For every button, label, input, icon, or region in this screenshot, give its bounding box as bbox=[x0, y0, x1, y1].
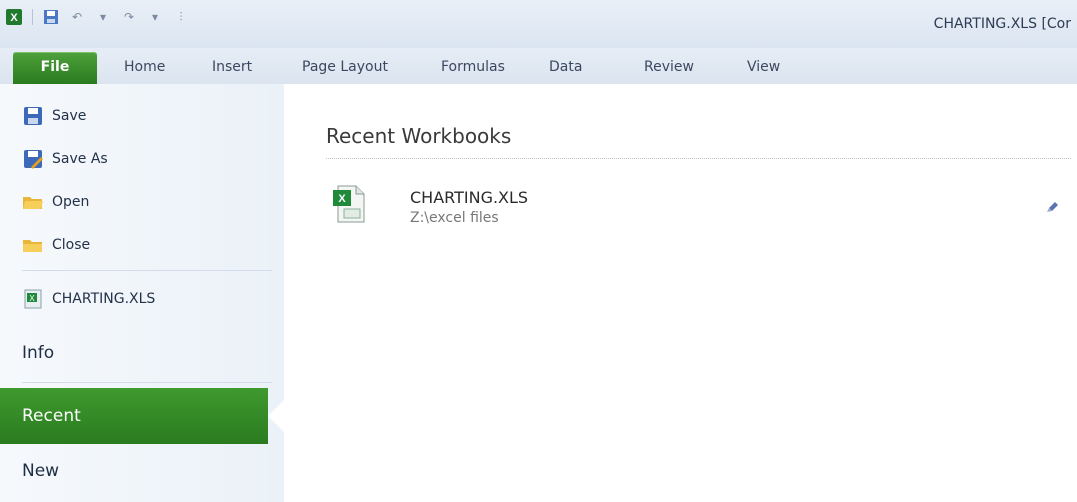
open-folder-icon bbox=[22, 191, 44, 213]
new-label: New bbox=[22, 461, 60, 481]
recent-label: Recent bbox=[22, 406, 81, 426]
open-workbook-label: CHARTING.XLS bbox=[52, 291, 156, 307]
close-label: Close bbox=[52, 237, 91, 253]
save-label: Save bbox=[52, 108, 87, 124]
recent-file-path: Z:\excel files bbox=[410, 210, 499, 226]
open-command[interactable]: Open bbox=[0, 183, 284, 221]
quick-access-toolbar: X ↶ ▾ ↷ ▾ ⫶ bbox=[4, 6, 191, 28]
save-icon bbox=[22, 105, 44, 127]
excel-file-icon: X bbox=[22, 288, 44, 310]
excel-document-icon: X bbox=[332, 184, 366, 224]
info-tab[interactable]: Info bbox=[0, 328, 284, 378]
open-workbook-item[interactable]: X CHARTING.XLS bbox=[0, 280, 284, 318]
save-as-label: Save As bbox=[52, 151, 108, 167]
close-command[interactable]: Close bbox=[0, 226, 284, 264]
save-as-command[interactable]: Save As bbox=[0, 140, 284, 178]
customize-qat-icon[interactable]: ⫶ bbox=[171, 7, 191, 27]
redo-dropdown-icon[interactable]: ▾ bbox=[145, 7, 165, 27]
ribbon-tabs: File Home Insert Page Layout Formulas Da… bbox=[0, 48, 1077, 85]
save-command[interactable]: Save bbox=[0, 97, 284, 135]
close-folder-icon bbox=[22, 234, 44, 256]
recent-tab[interactable]: Recent bbox=[0, 388, 284, 444]
pin-icon[interactable] bbox=[1045, 198, 1061, 214]
tab-insert[interactable]: Insert bbox=[210, 52, 254, 82]
title-bar: X ↶ ▾ ↷ ▾ ⫶ CHARTING.XLS [Cor bbox=[0, 0, 1077, 48]
redo-icon[interactable]: ↷ bbox=[119, 7, 139, 27]
divider bbox=[22, 382, 272, 383]
open-label: Open bbox=[52, 194, 90, 210]
undo-icon[interactable]: ↶ bbox=[67, 7, 87, 27]
undo-dropdown-icon[interactable]: ▾ bbox=[93, 7, 113, 27]
tab-page-layout[interactable]: Page Layout bbox=[300, 52, 390, 82]
recent-workbooks-title: Recent Workbooks bbox=[326, 124, 512, 148]
qat-separator bbox=[32, 9, 33, 25]
svg-text:X: X bbox=[338, 193, 346, 205]
window-title: CHARTING.XLS [Cor bbox=[933, 16, 1071, 32]
save-icon[interactable] bbox=[41, 7, 61, 27]
svg-text:X: X bbox=[10, 12, 18, 24]
svg-text:X: X bbox=[29, 294, 35, 303]
info-label: Info bbox=[22, 343, 55, 363]
new-tab[interactable]: New bbox=[0, 446, 284, 496]
tab-review[interactable]: Review bbox=[642, 52, 696, 82]
tab-data[interactable]: Data bbox=[547, 52, 584, 82]
recent-file-name[interactable]: CHARTING.XLS bbox=[410, 188, 528, 207]
recent-file-item[interactable]: X CHARTING.XLS Z:\excel files bbox=[326, 178, 1071, 234]
tab-file[interactable]: File bbox=[13, 52, 97, 84]
backstage-nav: Save Save As Open Close X CHARTING.XLS I… bbox=[0, 84, 285, 502]
divider bbox=[22, 270, 272, 271]
tab-view[interactable]: View bbox=[745, 52, 782, 82]
tab-home[interactable]: Home bbox=[122, 52, 167, 82]
section-divider bbox=[326, 158, 1071, 159]
recent-pane: Recent Workbooks X CHARTING.XLS Z:\excel… bbox=[284, 84, 1077, 502]
excel-app-icon[interactable]: X bbox=[4, 7, 24, 27]
tab-formulas[interactable]: Formulas bbox=[439, 52, 507, 82]
save-as-icon bbox=[22, 148, 44, 170]
